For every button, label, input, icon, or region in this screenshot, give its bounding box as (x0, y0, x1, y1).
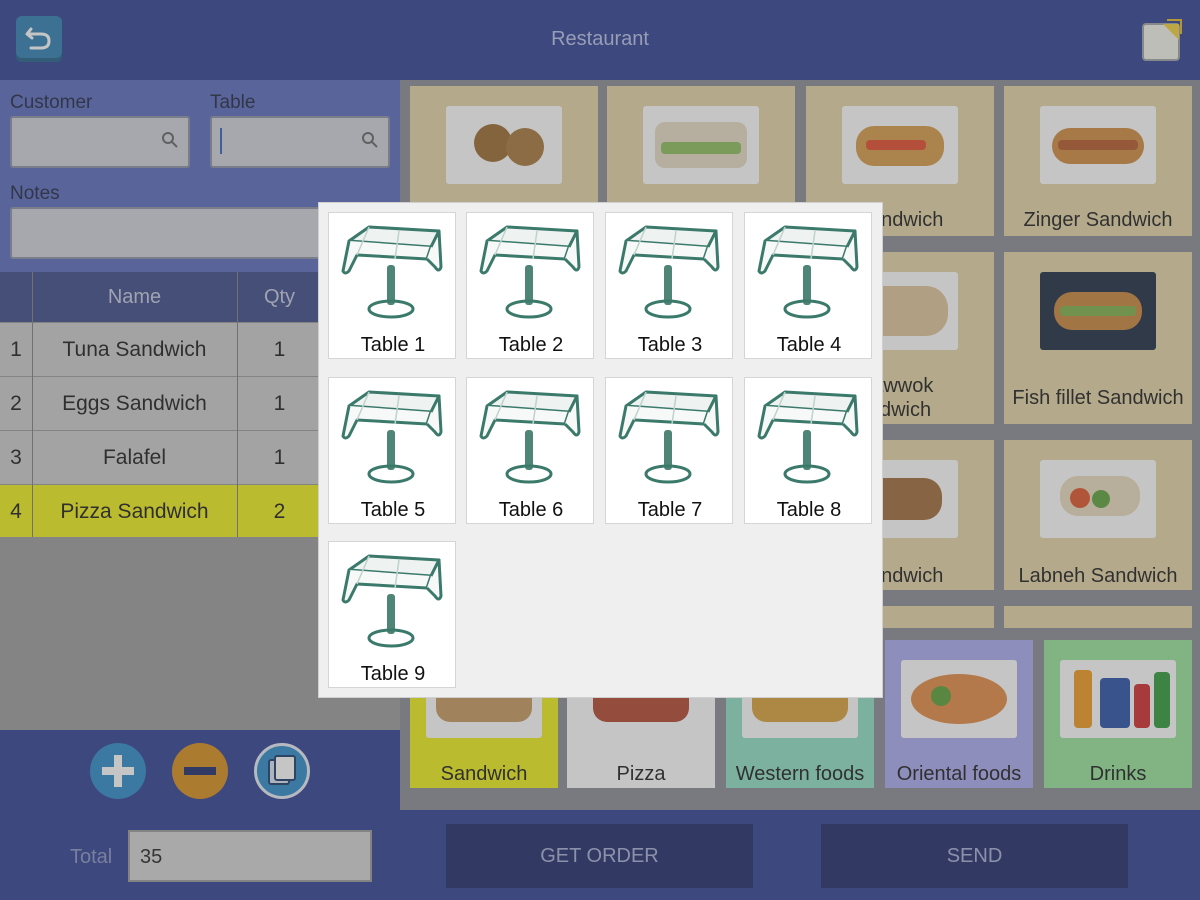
table-option-9[interactable]: Table 9 (328, 541, 456, 688)
table-option-label: Table 5 (360, 499, 426, 521)
table-icon (479, 225, 581, 319)
table-icon (618, 225, 720, 319)
table-icon (341, 390, 443, 484)
table-icon (341, 225, 443, 319)
table-option-6[interactable]: Table 6 (466, 377, 594, 524)
table-option-label: Table 2 (498, 334, 564, 356)
table-option-label: Table 6 (498, 499, 564, 521)
table-option-label: Table 1 (360, 334, 426, 356)
table-option-label: Table 9 (360, 663, 426, 685)
table-option-7[interactable]: Table 7 (605, 377, 733, 524)
table-option-label: Table 8 (776, 499, 842, 521)
table-option-4[interactable]: Table 4 (744, 212, 872, 359)
table-option-3[interactable]: Table 3 (605, 212, 733, 359)
table-picker-dialog: Table 1 Table 2 Table 3 Table 4 Table 5 … (319, 203, 882, 697)
table-option-1[interactable]: Table 1 (328, 212, 456, 359)
table-icon (757, 390, 859, 484)
table-icon (618, 390, 720, 484)
table-icon (757, 225, 859, 319)
table-option-8[interactable]: Table 8 (744, 377, 872, 524)
table-option-label: Table 4 (776, 334, 842, 356)
table-option-5[interactable]: Table 5 (328, 377, 456, 524)
table-icon (479, 390, 581, 484)
table-option-label: Table 3 (637, 334, 703, 356)
table-icon (341, 554, 443, 648)
table-option-label: Table 7 (637, 499, 703, 521)
table-option-2[interactable]: Table 2 (466, 212, 594, 359)
